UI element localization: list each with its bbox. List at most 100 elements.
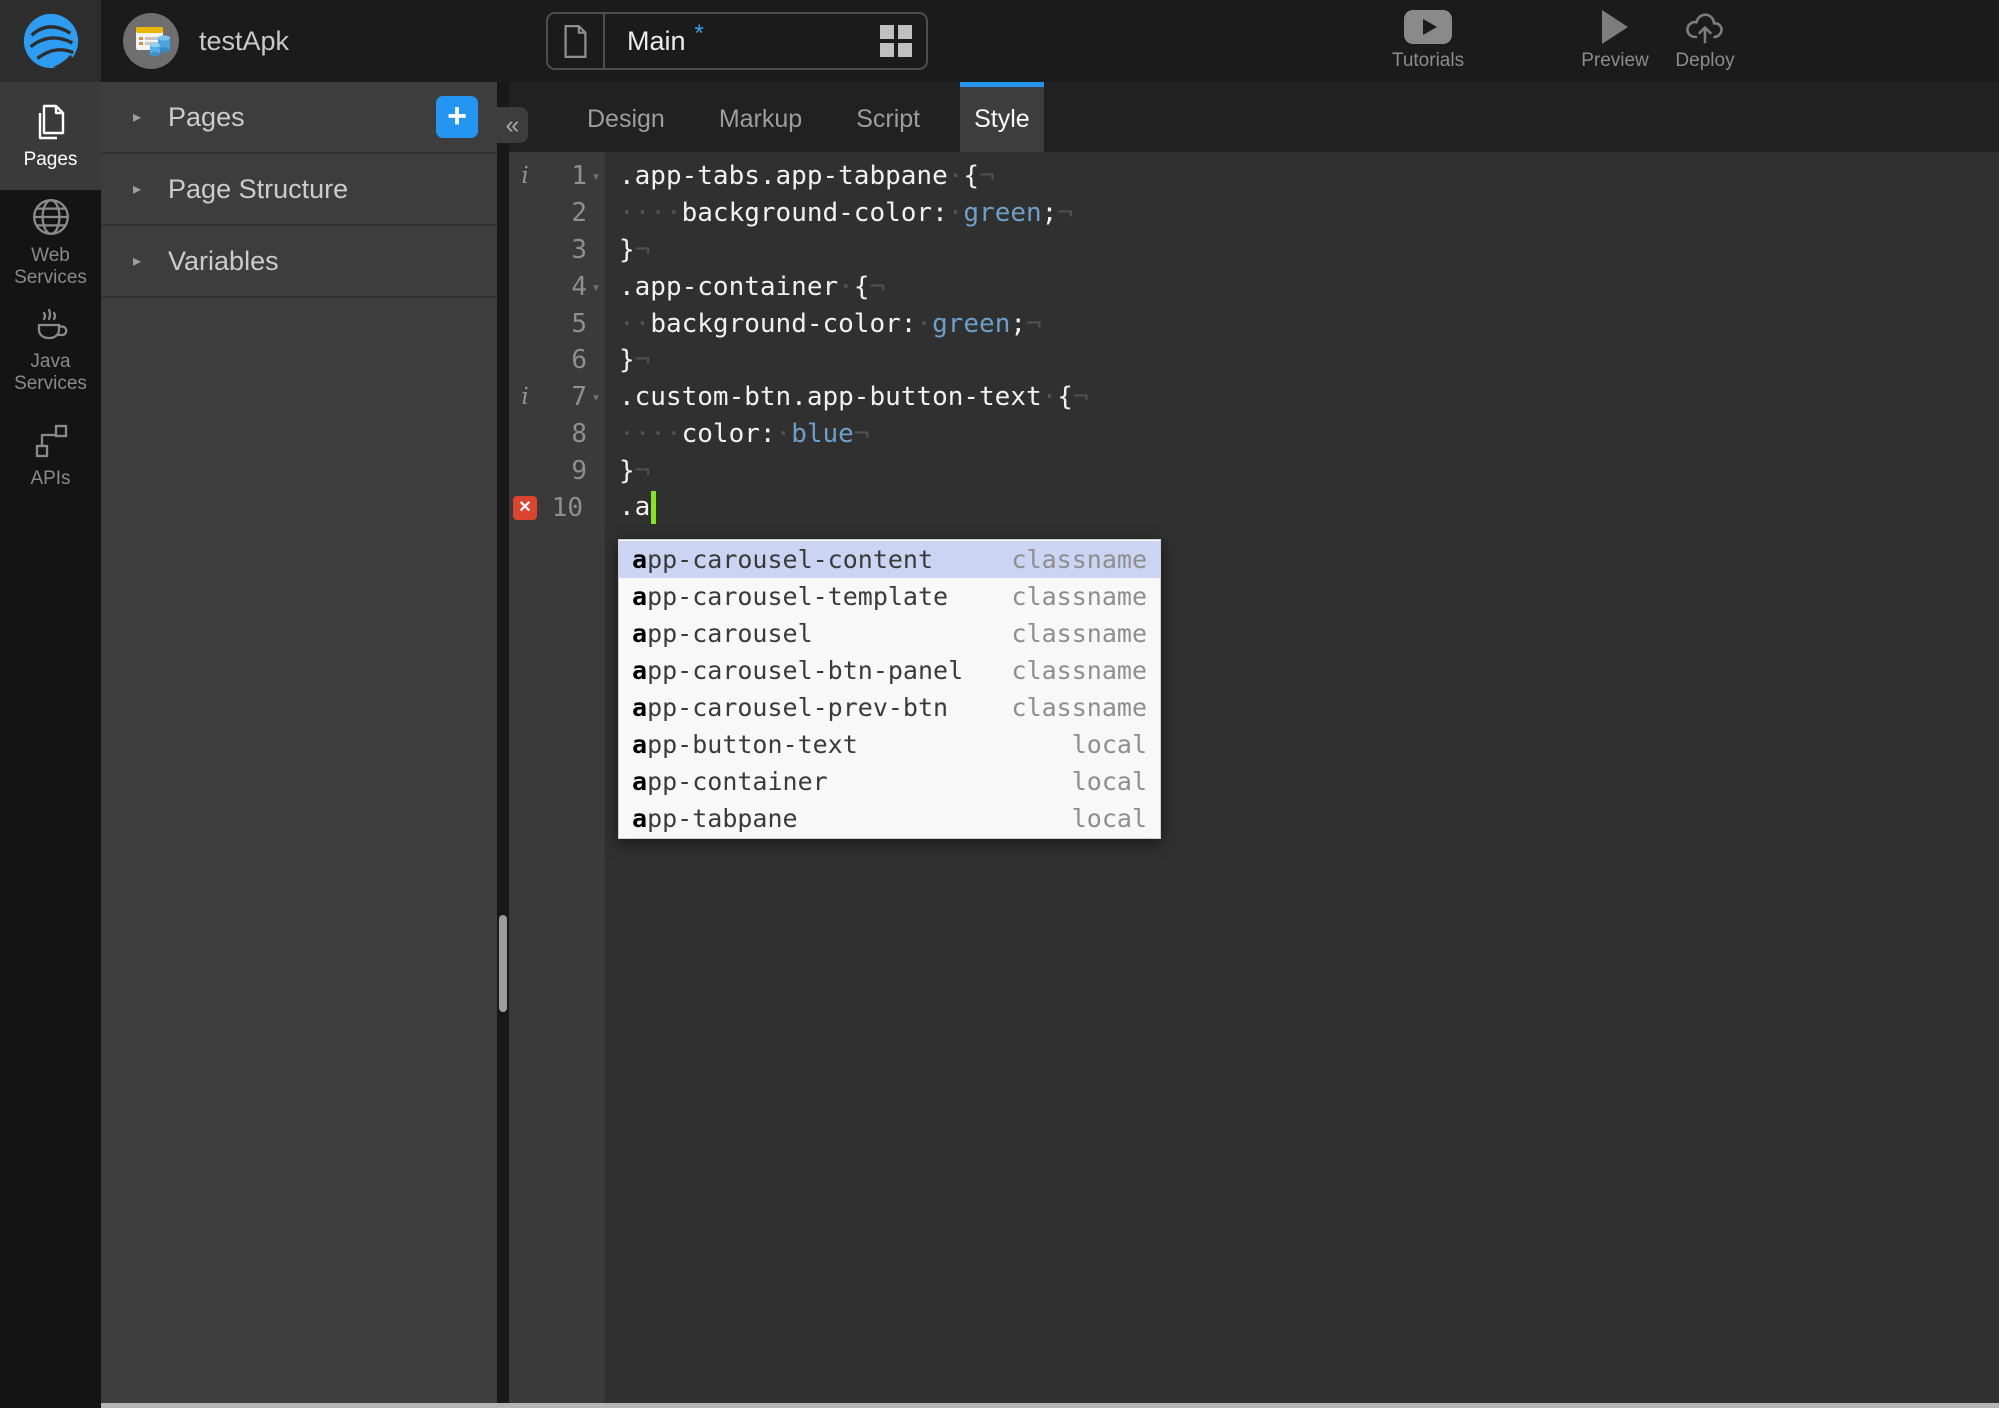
- completion-item[interactable]: app-carousel-prev-btn classname: [619, 689, 1160, 726]
- line-number: 2: [571, 198, 587, 229]
- gutter-cell: 4 ▾: [509, 268, 605, 305]
- completion-meta: classname: [1011, 693, 1147, 722]
- completion-item[interactable]: app-carousel-template classname: [619, 578, 1160, 615]
- section-pages-label: Pages: [168, 101, 245, 132]
- completion-item[interactable]: app-carousel classname: [619, 615, 1160, 652]
- completion-item[interactable]: app-button-text local: [619, 726, 1160, 763]
- code-line[interactable]: 5 ··background-color:·green;¬: [509, 305, 1999, 342]
- preview-label: Preview: [1581, 50, 1649, 71]
- preview-button[interactable]: Preview: [1572, 9, 1658, 72]
- gutter-cell: 5: [509, 305, 605, 342]
- code-line[interactable]: i 7 ▾ .custom-btn.app-button-text·{¬: [509, 379, 1999, 416]
- completion-meta: classname: [1011, 582, 1147, 611]
- brand-logo[interactable]: [0, 0, 101, 82]
- section-page-structure-label: Page Structure: [168, 173, 349, 204]
- line-number: 10: [551, 492, 583, 523]
- line-number: 6: [571, 345, 587, 376]
- page-selector[interactable]: Main *: [546, 12, 928, 70]
- line-number: 3: [571, 234, 587, 265]
- sidebar-item-java-services[interactable]: Java Services: [0, 298, 101, 398]
- tab-markup[interactable]: Markup: [705, 82, 816, 152]
- sidebar-label-pages: Pages: [23, 148, 78, 170]
- info-annotation-icon[interactable]: i: [509, 163, 541, 189]
- gutter-cell: i 1 ▾: [509, 158, 605, 195]
- completion-meta: classname: [1011, 619, 1147, 648]
- tab-style[interactable]: Style: [960, 82, 1044, 152]
- section-pages[interactable]: ▸ Pages +: [101, 82, 497, 154]
- chevron-right-icon[interactable]: ▸: [133, 179, 141, 199]
- autocomplete-popup: app-carousel-content classname app-carouse…: [618, 539, 1161, 839]
- code-line[interactable]: 9}¬: [509, 452, 1999, 489]
- sidebar-label-apis: APIs: [30, 467, 71, 489]
- code-text: }¬: [619, 345, 651, 376]
- sidebar-item-web-services[interactable]: Web Services: [0, 194, 101, 290]
- code-line[interactable]: i 1 ▾ .app-tabs.app-tabpane·{¬: [509, 158, 1999, 195]
- line-number: 4: [571, 271, 587, 302]
- fold-caret-icon[interactable]: ▾: [587, 278, 605, 296]
- text-cursor: [651, 491, 657, 525]
- gutter-cell: 8: [509, 416, 605, 453]
- grid-view-icon[interactable]: [880, 24, 913, 58]
- app-avatar-icon[interactable]: [122, 12, 180, 70]
- code-lines: i 1 ▾ .app-tabs.app-tabpane·{¬ 2 ····backgrou…: [509, 158, 1999, 526]
- code-text: }¬: [619, 234, 651, 265]
- completion-meta: classname: [1011, 545, 1147, 574]
- tab-design[interactable]: Design: [573, 82, 679, 152]
- error-annotation-icon[interactable]: ✕: [513, 495, 537, 520]
- project-panel: ▸ Pages + ▸ Page Structure ▸ Variables: [101, 82, 497, 1408]
- section-page-structure[interactable]: ▸ Page Structure: [101, 154, 497, 226]
- line-number: 9: [571, 455, 587, 486]
- code-line[interactable]: 3 }¬: [509, 232, 1999, 269]
- completion-item[interactable]: app-container local: [619, 763, 1160, 800]
- panel-scrollbar[interactable]: [497, 82, 509, 1408]
- sidebar-label-web-services: Web Services: [14, 244, 87, 288]
- chevron-right-icon[interactable]: ▸: [133, 107, 141, 127]
- completion-item[interactable]: app-carousel-content classname: [619, 541, 1160, 578]
- info-annotation-icon[interactable]: i: [509, 384, 541, 410]
- gutter-cell: 6: [509, 342, 605, 379]
- chevron-right-icon[interactable]: ▸: [133, 251, 141, 271]
- collapse-panel-button[interactable]: «: [497, 107, 528, 143]
- window-bottom-edge: [101, 1403, 1999, 1408]
- page-document-icon[interactable]: [548, 14, 605, 68]
- top-bar: testApk Main * Tutorials Preview Deploy: [0, 0, 1999, 82]
- line-number: 8: [571, 418, 587, 449]
- completion-label: app-carousel-btn-panel: [632, 656, 964, 685]
- api-flow-icon: [31, 421, 71, 461]
- app-title: testApk: [199, 26, 290, 56]
- deploy-button[interactable]: Deploy: [1662, 9, 1748, 72]
- unsaved-changes-marker: *: [694, 20, 704, 47]
- cloud-upload-icon: [1683, 9, 1727, 45]
- add-page-button[interactable]: +: [436, 96, 478, 138]
- gutter-cell: i 7 ▾: [509, 379, 605, 416]
- panel-scrollbar-thumb[interactable]: [499, 915, 507, 1012]
- completion-item[interactable]: app-tabpane local: [619, 800, 1160, 837]
- completion-label: app-carousel-prev-btn: [632, 693, 949, 722]
- left-rail: Pages Web Services Java Services APIs: [0, 82, 101, 1408]
- code-line[interactable]: 8 ····color:·blue¬: [509, 416, 1999, 453]
- code-line[interactable]: 2 ····background-color:·green;¬: [509, 195, 1999, 232]
- code-line[interactable]: 6 }¬: [509, 342, 1999, 379]
- code-text: .a: [619, 491, 657, 525]
- completion-label: app-carousel: [632, 619, 813, 648]
- code-line[interactable]: 4 ▾ .app-container·{¬: [509, 268, 1999, 305]
- completion-meta: local: [1071, 730, 1147, 759]
- completion-meta: local: [1071, 767, 1147, 796]
- appery-wave-logo-icon: [20, 10, 82, 72]
- tutorials-label: Tutorials: [1391, 50, 1465, 71]
- line-number: 7: [571, 382, 587, 413]
- section-variables[interactable]: ▸ Variables: [101, 226, 497, 298]
- video-tutorials-icon: [1404, 9, 1452, 45]
- section-variables-label: Variables: [168, 245, 279, 276]
- sidebar-item-pages[interactable]: Pages: [0, 82, 101, 190]
- line-number: 5: [571, 308, 587, 339]
- sidebar-item-apis[interactable]: APIs: [0, 412, 101, 498]
- tab-script[interactable]: Script: [842, 82, 934, 152]
- fold-caret-icon[interactable]: ▾: [587, 388, 605, 406]
- completion-meta: classname: [1011, 656, 1147, 685]
- code-line[interactable]: ✕ 10 .a: [509, 489, 1999, 526]
- fold-caret-icon[interactable]: ▾: [587, 167, 605, 185]
- code-text: ····background-color:·green;¬: [619, 198, 1073, 229]
- tutorials-button[interactable]: Tutorials: [1382, 9, 1474, 72]
- completion-item[interactable]: app-carousel-btn-panel classname: [619, 652, 1160, 689]
